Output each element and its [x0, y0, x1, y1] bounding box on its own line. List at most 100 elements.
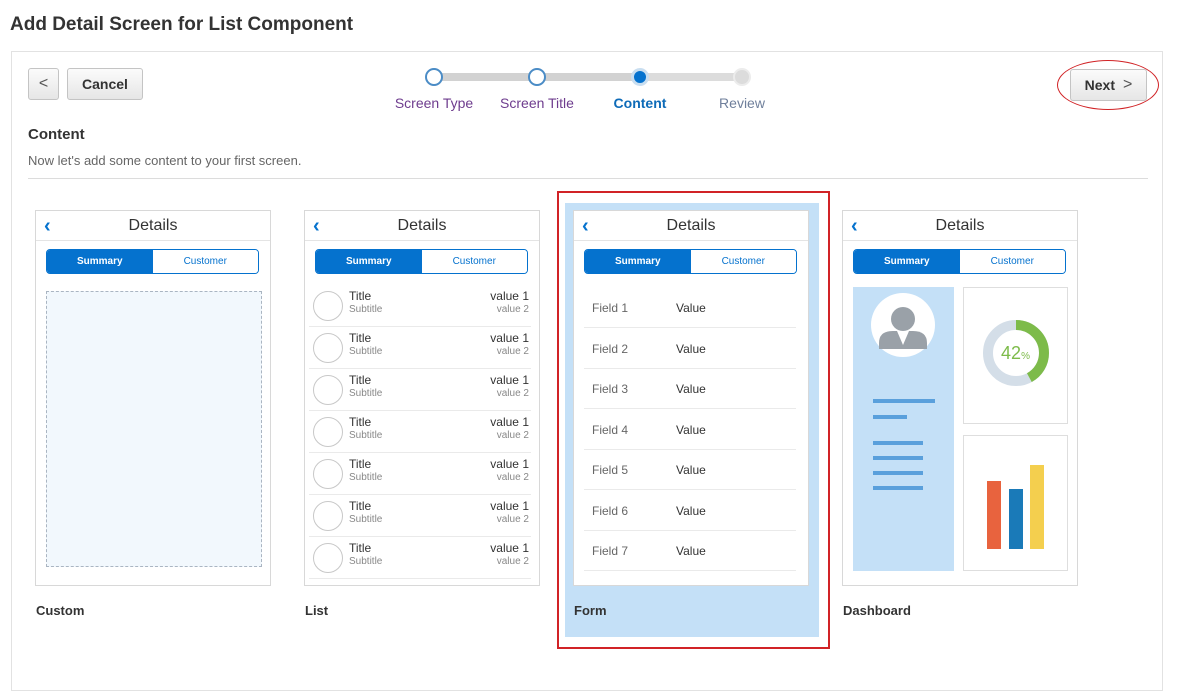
row-subtitle: Subtitle	[349, 556, 383, 567]
row-title: Title	[349, 415, 372, 429]
segmented-control: Summary Customer	[853, 249, 1066, 274]
train-stop-screen-type[interactable]	[425, 68, 443, 86]
segmented-control: Summary Customer	[315, 249, 528, 274]
card-header-title: Details	[128, 217, 178, 234]
row-subtitle: Subtitle	[349, 346, 383, 357]
avatar-placeholder	[313, 375, 343, 405]
train-stop-review[interactable]	[733, 68, 751, 86]
form-row: Field 4 Value	[584, 409, 796, 450]
list-row: Title Subtitle value 1 value 2	[309, 453, 531, 495]
card-header: ‹ Details	[574, 211, 808, 241]
template-card-form[interactable]: ‹ Details Summary Customer Field 1 Value F…	[573, 210, 809, 586]
form-field-value: Value	[676, 544, 706, 558]
bar-chart-icon	[987, 465, 1044, 549]
row-value-2: value 2	[496, 304, 529, 315]
list-row: Title Subtitle value 1 value 2	[309, 495, 531, 537]
template-card-list[interactable]: ‹ Details Summary Customer Title Subtitle…	[304, 210, 540, 586]
avatar-placeholder	[313, 417, 343, 447]
list-row: Title Subtitle value 1 value 2	[309, 327, 531, 369]
form-row: Field 1 Value	[584, 287, 796, 328]
dashboard-donut-tile: 42%	[963, 287, 1068, 424]
caption-custom[interactable]: Custom	[36, 603, 84, 618]
donut-label: 42%	[964, 343, 1067, 364]
list-row: Title Subtitle value 1 value 2	[309, 537, 531, 579]
form-field-label: Field 4	[592, 422, 629, 437]
card-header: ‹ Details	[305, 211, 539, 241]
donut-value: 42	[1001, 343, 1022, 363]
segment-summary: Summary	[585, 250, 691, 273]
row-value-1: value 1	[490, 457, 529, 471]
dashboard-profile-panel	[853, 287, 954, 571]
caption-form[interactable]: Form	[574, 603, 607, 618]
caption-dashboard[interactable]: Dashboard	[843, 603, 911, 618]
avatar-placeholder	[313, 291, 343, 321]
form-field-value: Value	[676, 341, 706, 356]
row-subtitle: Subtitle	[349, 430, 383, 441]
list-row: Title Subtitle value 1 value 2	[309, 369, 531, 411]
form-row: Field 5 Value	[584, 449, 796, 490]
custom-content-area	[46, 291, 262, 567]
row-value-2: value 2	[496, 430, 529, 441]
form-row: Field 7 Value	[584, 530, 796, 571]
form-field-value: Value	[676, 301, 706, 315]
template-card-custom[interactable]: ‹ Details Summary Customer	[35, 210, 271, 586]
form-row: Field 6 Value	[584, 490, 796, 531]
segmented-control: Summary Customer	[584, 249, 797, 274]
card-header: ‹ Details	[843, 211, 1077, 241]
donut-unit: %	[1021, 351, 1030, 362]
avatar-placeholder	[313, 501, 343, 531]
segment-customer: Customer	[690, 250, 796, 273]
form-field-value: Value	[676, 422, 706, 437]
row-value-2: value 2	[496, 472, 529, 483]
row-subtitle: Subtitle	[349, 388, 383, 399]
row-subtitle: Subtitle	[349, 514, 383, 525]
row-value-1: value 1	[490, 415, 529, 429]
train-stop-screen-title[interactable]	[528, 68, 546, 86]
row-subtitle: Subtitle	[349, 304, 383, 315]
form-field-value: Value	[676, 463, 706, 477]
dashboard-bar-tile	[963, 435, 1068, 571]
row-value-1: value 1	[490, 331, 529, 345]
row-title: Title	[349, 499, 372, 513]
form-row: Field 2 Value	[584, 328, 796, 369]
row-title: Title	[349, 457, 372, 471]
form-field-label: Field 5	[592, 463, 629, 477]
train-label-content[interactable]: Content	[614, 95, 667, 111]
train-label-screen-title[interactable]: Screen Title	[500, 95, 574, 111]
segment-summary: Summary	[47, 250, 153, 273]
row-title: Title	[349, 331, 372, 345]
template-card-dashboard[interactable]: ‹ Details Summary Customer 42%	[842, 210, 1078, 586]
segment-customer: Customer	[959, 250, 1065, 273]
train-label-screen-type[interactable]: Screen Type	[395, 95, 473, 111]
chevron-left-icon: <	[38, 75, 49, 92]
row-value-2: value 2	[496, 556, 529, 567]
avatar-placeholder	[313, 333, 343, 363]
card-header-title: Details	[666, 217, 716, 234]
form-field-value: Value	[676, 503, 706, 518]
segment-customer: Customer	[152, 250, 258, 273]
caption-list[interactable]: List	[305, 603, 328, 618]
form-field-label: Field 2	[592, 341, 629, 356]
form-field-label: Field 6	[592, 503, 629, 518]
form-field-label: Field 3	[592, 382, 629, 396]
row-value-1: value 1	[490, 499, 529, 513]
row-title: Title	[349, 373, 372, 387]
form-field-label: Field 7	[592, 544, 629, 558]
row-value-2: value 2	[496, 388, 529, 399]
row-title: Title	[349, 541, 372, 555]
row-value-1: value 1	[490, 289, 529, 303]
train-stop-content[interactable]	[631, 68, 649, 86]
section-description: Now let's add some content to your first…	[28, 153, 302, 168]
row-value-2: value 2	[496, 346, 529, 357]
form-field-label: Field 1	[592, 301, 629, 315]
list-row: Title Subtitle value 1 value 2	[309, 411, 531, 453]
card-header: ‹ Details	[36, 211, 270, 241]
back-button[interactable]: <	[28, 68, 59, 100]
avatar-placeholder	[313, 543, 343, 573]
train-label-review[interactable]: Review	[719, 95, 765, 111]
row-subtitle: Subtitle	[349, 472, 383, 483]
cancel-button[interactable]: Cancel	[67, 68, 143, 100]
avatar-placeholder	[313, 459, 343, 489]
form-row: Field 3 Value	[584, 368, 796, 409]
row-value-1: value 1	[490, 541, 529, 555]
